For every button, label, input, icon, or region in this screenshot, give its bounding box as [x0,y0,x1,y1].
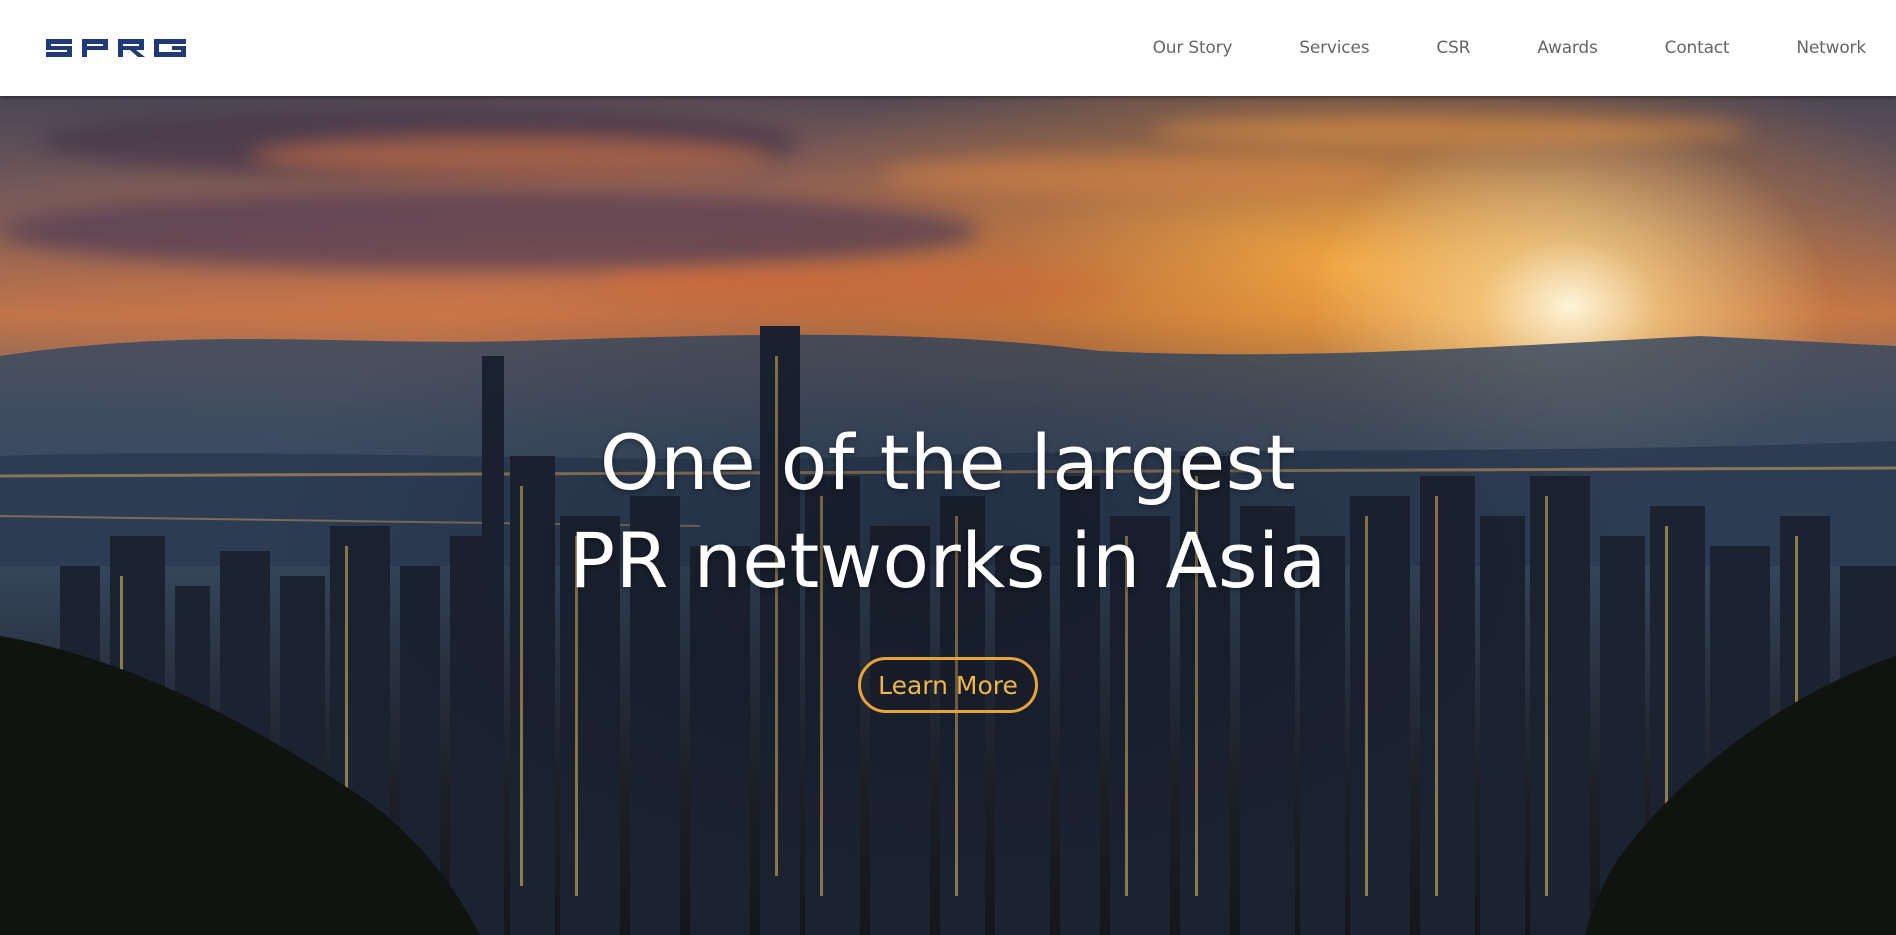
hero-headline-line-2: PR networks in Asia [569,516,1327,605]
nav-item-our-story[interactable]: Our Story [1153,38,1233,58]
nav-item-csr[interactable]: CSR [1436,38,1470,58]
hero-headline-line-1: One of the largest [599,418,1297,507]
nav-item-contact[interactable]: Contact [1665,38,1730,58]
hero-headline: One of the largest PR networks in Asia [348,414,1548,610]
main-nav: Our Story Services CSR Awards Contact Ne… [1153,0,1867,96]
site-header: Our Story Services CSR Awards Contact Ne… [0,0,1896,96]
sprg-logo-icon [46,39,186,57]
hero-content: One of the largest PR networks in Asia L… [0,96,1896,935]
nav-item-services[interactable]: Services [1299,38,1369,58]
learn-more-button[interactable]: Learn More [858,657,1038,713]
nav-item-network[interactable]: Network [1796,38,1866,58]
hero-section: One of the largest PR networks in Asia L… [0,96,1896,935]
sprg-logo[interactable] [44,35,190,61]
nav-item-awards[interactable]: Awards [1537,38,1598,58]
